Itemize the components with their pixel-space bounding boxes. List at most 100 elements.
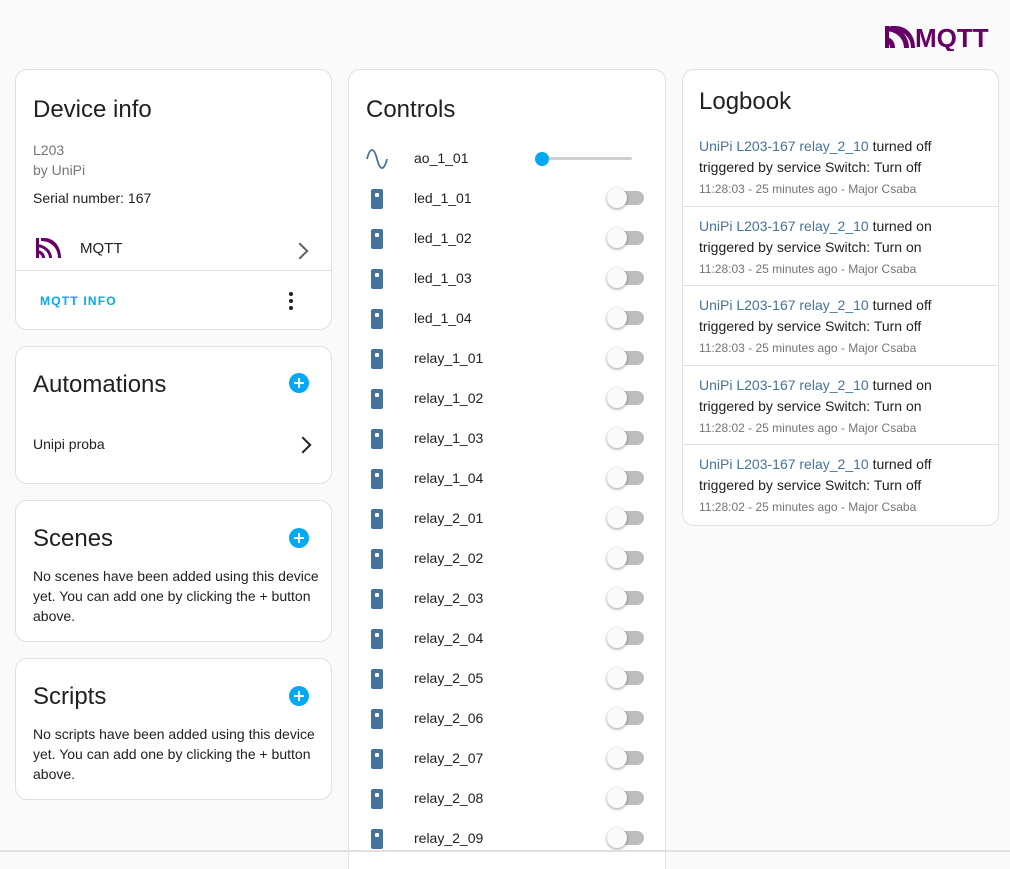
switch-toggle[interactable]	[607, 228, 644, 248]
switch-label: relay_2_05	[414, 670, 484, 686]
log-time: 11:28:03	[699, 261, 745, 276]
switch-toggle[interactable]	[607, 548, 644, 568]
toggle-knob	[607, 748, 627, 768]
log-trigger: triggered by service Switch: Turn off	[699, 159, 922, 175]
integration-label: MQTT	[80, 240, 123, 257]
controls-card: Controls ao_1_01 led_1_01 led_1_02 led_1_0…	[348, 69, 666, 869]
integration-row-mqtt[interactable]: MQTT	[16, 230, 331, 270]
light-switch-icon	[371, 829, 383, 849]
chevron-right-icon	[291, 242, 309, 260]
log-message: UniPi L203-167 relay_2_10 turned on	[699, 218, 932, 234]
device-serial-number: Serial number: 167	[33, 190, 152, 206]
switch-row-relay_2_08: relay_2_08	[349, 779, 665, 819]
logbook-entry: UniPi L203-167 relay_2_10 turned off trig…	[683, 444, 998, 523]
toggle-knob	[607, 828, 627, 848]
log-time: 11:28:02	[699, 500, 745, 514]
logbook-entry: UniPi L203-167 relay_2_10 turned on trigg…	[683, 205, 998, 285]
switch-toggle[interactable]	[607, 428, 644, 448]
switch-row-led_1_02: led_1_02	[349, 219, 665, 259]
switch-label: relay_1_01	[414, 350, 484, 366]
switch-label: led_1_01	[414, 190, 472, 206]
switch-toggle[interactable]	[607, 508, 644, 528]
log-relative-time: - 25 minutes ago -	[744, 341, 849, 355]
scenes-empty-text: No scenes have been added using this dev…	[33, 568, 319, 624]
switch-label: led_1_03	[414, 270, 472, 286]
log-entity-link[interactable]: UniPi L203-167 relay_2_10	[699, 218, 869, 234]
light-switch-icon	[371, 549, 383, 569]
automation-item[interactable]: Unipi proba	[16, 425, 331, 461]
switch-toggle[interactable]	[607, 388, 644, 408]
switch-label: relay_2_04	[414, 630, 484, 646]
switch-toggle[interactable]	[607, 308, 644, 328]
switch-row-relay_1_01: relay_1_01	[349, 339, 665, 379]
mqtt-icon	[36, 238, 61, 258]
log-person-link[interactable]: Major Csaba	[848, 341, 916, 355]
light-switch-icon	[371, 749, 383, 769]
switch-label: relay_1_02	[414, 390, 484, 406]
light-switch-icon	[371, 309, 383, 329]
logbook-entry: UniPi L203-167 relay_2_10 turned on trigg…	[683, 364, 998, 444]
logbook-entry: UniPi L203-167 relay_2_10 turned off trig…	[683, 285, 998, 364]
light-switch-icon	[371, 429, 383, 449]
logbook-title: Logbook	[699, 88, 792, 115]
log-trigger: triggered by service Switch: Turn on	[699, 397, 922, 414]
controls-title: Controls	[366, 96, 456, 123]
light-switch-icon	[371, 189, 383, 209]
log-action: turned off	[868, 138, 932, 154]
device-model: L203	[33, 142, 65, 158]
light-switch-icon	[371, 589, 383, 609]
switch-toggle[interactable]	[607, 788, 644, 808]
switch-row-relay_2_03: relay_2_03	[349, 579, 665, 619]
switch-toggle[interactable]	[607, 268, 644, 288]
toggle-knob	[607, 348, 627, 368]
add-script-button[interactable]	[289, 686, 309, 706]
switch-label: relay_2_09	[414, 830, 484, 846]
mqtt-logo: MQTT	[885, 23, 989, 51]
switch-label: relay_1_03	[414, 430, 484, 446]
log-entity-link[interactable]: UniPi L203-167 relay_2_10	[699, 297, 869, 313]
switch-toggle[interactable]	[607, 348, 644, 368]
scripts-empty-text: No scripts have been added using this de…	[33, 726, 315, 782]
switch-row-relay_2_01: relay_2_01	[349, 499, 665, 539]
switch-toggle[interactable]	[607, 628, 644, 648]
switch-toggle[interactable]	[607, 668, 644, 688]
switch-toggle[interactable]	[607, 188, 644, 208]
log-entity-link[interactable]: UniPi L203-167 relay_2_10	[699, 456, 869, 472]
log-entity-link[interactable]: UniPi L203-167 relay_2_10	[699, 377, 869, 393]
toggle-knob	[607, 588, 627, 608]
divider	[683, 364, 998, 366]
log-person-link[interactable]: Major Csaba	[848, 182, 916, 196]
log-trigger: triggered by service Switch: Turn off	[699, 318, 922, 334]
log-meta: 11:28:03 - 25 minutes ago - Major Csaba	[699, 341, 916, 355]
log-meta: 11:28:02 - 25 minutes ago - Major Csaba	[699, 500, 916, 514]
toggle-knob	[607, 188, 627, 208]
log-time: 11:28:03	[699, 341, 745, 355]
light-switch-icon	[371, 269, 383, 289]
device-info-title: Device info	[33, 96, 152, 123]
device-manufacturer: by UniPi	[33, 162, 86, 178]
switch-toggle[interactable]	[607, 708, 644, 728]
log-message: UniPi L203-167 relay_2_10 turned on	[699, 377, 932, 393]
toggle-knob	[607, 468, 627, 488]
slider-handle[interactable]	[535, 152, 549, 166]
switch-row-led_1_04: led_1_04	[349, 299, 665, 339]
add-scene-button[interactable]	[289, 528, 309, 548]
switch-toggle[interactable]	[607, 468, 644, 488]
toggle-knob	[607, 308, 627, 328]
more-options-icon[interactable]	[286, 292, 296, 312]
log-person-link[interactable]: Major Csaba	[848, 500, 916, 514]
log-relative-time: - 25 minutes ago -	[744, 420, 849, 435]
log-entity-link[interactable]: UniPi L203-167 relay_2_10	[699, 138, 869, 154]
switch-toggle[interactable]	[607, 748, 644, 768]
switch-label: relay_2_08	[414, 790, 484, 806]
scripts-title: Scripts	[33, 683, 107, 710]
log-person-link[interactable]: Major Csaba	[848, 421, 916, 435]
mqtt-info-button[interactable]: MQTT INFO	[40, 294, 117, 308]
analog-output-slider[interactable]	[542, 157, 632, 160]
switch-toggle[interactable]	[607, 828, 644, 848]
log-person-link[interactable]: Major Csaba	[848, 262, 916, 276]
switch-toggle[interactable]	[607, 588, 644, 608]
add-automation-button[interactable]	[289, 373, 309, 393]
log-action: turned off	[868, 297, 932, 313]
switch-row-relay_1_03: relay_1_03	[349, 419, 665, 459]
